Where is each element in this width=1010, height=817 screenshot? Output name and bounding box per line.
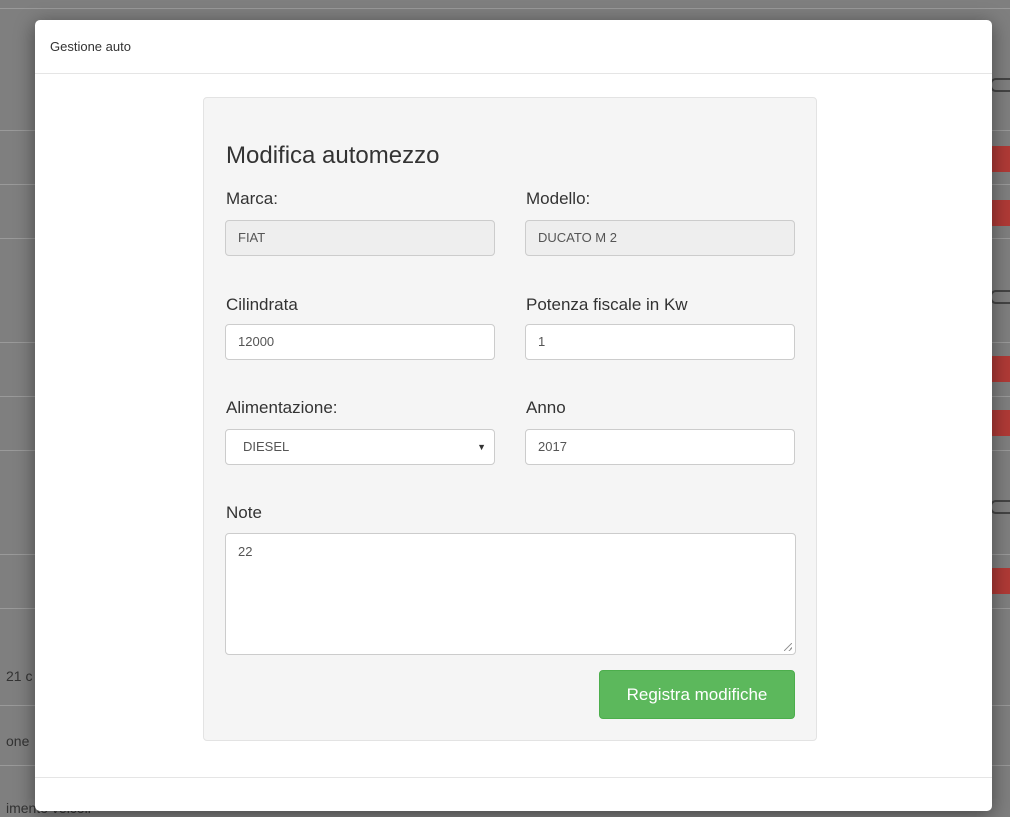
anno-label: Anno (526, 398, 566, 417)
bg-section-text: one (6, 733, 30, 749)
caret-down-icon: ▼ (477, 442, 486, 452)
modello-label: Modello: (526, 189, 591, 208)
resize-grip-icon[interactable] (784, 643, 792, 651)
edit-vehicle-modal: Gestione auto Modifica automezzo Marca: … (35, 20, 992, 811)
marca-field[interactable]: FIAT (225, 220, 495, 256)
save-changes-button[interactable]: Registra modifiche (599, 670, 795, 719)
form-heading: Modifica automezzo (226, 142, 440, 169)
bg-divider (0, 8, 1010, 9)
note-text: 22 (238, 544, 253, 559)
alimentazione-selected-value: DIESEL (243, 439, 290, 454)
bg-pagination-text: 21 c (6, 668, 33, 684)
anno-field[interactable]: 2017 (525, 429, 795, 465)
cilindrata-label: Cilindrata (226, 295, 298, 314)
car-icon (990, 72, 1010, 96)
potenza-field[interactable]: 1 (525, 324, 795, 360)
cilindrata-field[interactable]: 12000 (225, 324, 495, 360)
modello-field[interactable]: DUCATO M 2 (525, 220, 795, 256)
edit-vehicle-form: Modifica automezzo Marca: FIAT Modello: … (203, 97, 817, 741)
note-textarea[interactable]: 22 (225, 533, 796, 655)
modal-title: Gestione auto (50, 39, 131, 54)
car-icon (990, 494, 1010, 518)
modal-header: Gestione auto (35, 20, 992, 74)
potenza-label: Potenza fiscale in Kw (526, 295, 688, 314)
alimentazione-select[interactable]: DIESEL ▼ (225, 429, 495, 465)
car-icon (990, 284, 1010, 308)
modal-footer-divider (35, 777, 992, 778)
marca-label: Marca: (226, 189, 278, 208)
alimentazione-label: Alimentazione: (226, 398, 338, 417)
note-label: Note (226, 503, 262, 522)
